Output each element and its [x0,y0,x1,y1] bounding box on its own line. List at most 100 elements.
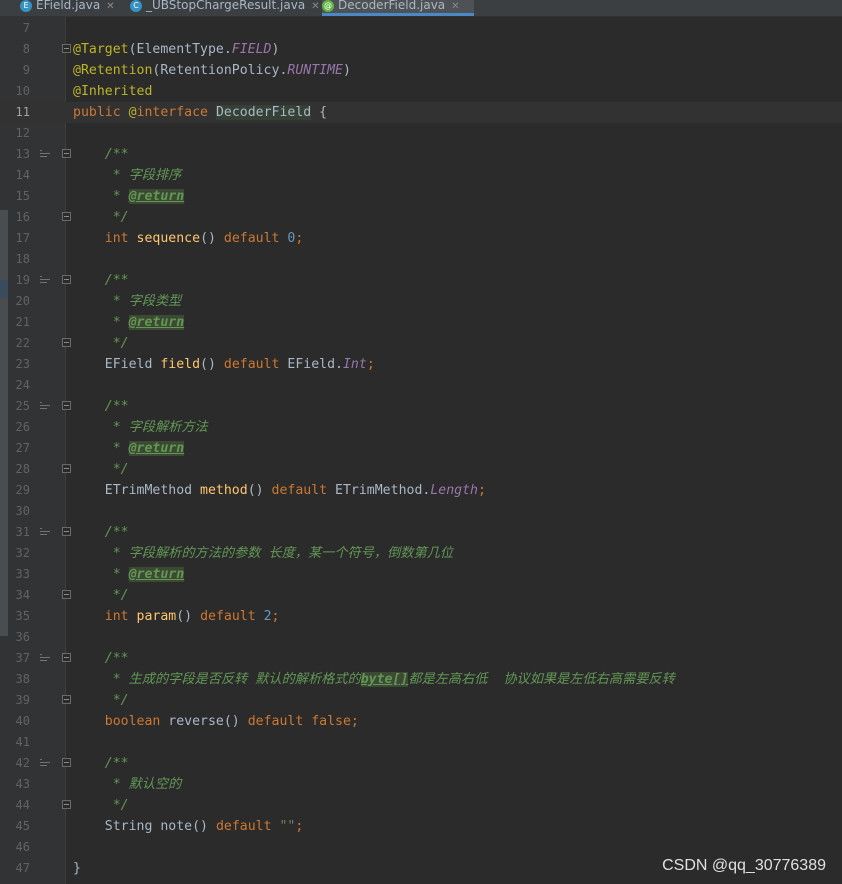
code-line[interactable]: 25 /** [0,396,842,417]
line-number: 16 [15,210,30,224]
code-editor[interactable]: 7 8 @Target(ElementType.FIELD) 9 @Retention(… [0,16,842,884]
code-line[interactable]: 7 [0,18,842,39]
fold-toggle-icon[interactable] [62,695,71,704]
code-token: /** [73,273,129,288]
fold-toggle-icon[interactable] [62,653,71,662]
code-line[interactable]: 26 * 字段解析方法 [0,417,842,438]
code-text: /** [73,753,129,774]
fold-toggle-icon[interactable] [62,800,71,809]
code-token: Int [342,357,367,372]
code-token: /** [73,399,129,414]
code-line[interactable]: 28 */ [0,459,842,480]
code-token: /** [73,147,129,162]
code-line[interactable]: 21 * @return [0,312,842,333]
code-line[interactable]: 34 */ [0,585,842,606]
code-line[interactable]: 30 [0,501,842,522]
code-line[interactable]: 44 */ [0,795,842,816]
code-line[interactable]: 46 [0,837,842,858]
line-number: 13 [15,147,30,161]
doc-render-icon[interactable] [40,528,50,537]
fold-toggle-icon[interactable] [62,338,71,347]
doc-render-icon[interactable] [40,276,50,285]
code-line[interactable]: 37 /** [0,648,842,669]
line-number: 46 [15,840,30,854]
code-text: * 字段解析方法 [73,417,208,438]
code-line[interactable]: 31 /** [0,522,842,543]
code-line[interactable]: 43 * 默认空的 [0,774,842,795]
code-line[interactable]: 38 * 生成的字段是否反转 默认的解析格式的byte[]都是左高右低 协议如果… [0,669,842,690]
doc-render-icon[interactable] [40,402,50,411]
line-number: 10 [15,84,30,98]
code-line[interactable]: 22 */ [0,333,842,354]
code-line[interactable]: 19 /** [0,270,842,291]
code-line[interactable]: 13 /** [0,144,842,165]
code-line[interactable]: 45 String note() default ""; [0,816,842,837]
line-number: 21 [15,315,30,329]
code-line[interactable]: 36 [0,627,842,648]
line-number: 30 [15,504,30,518]
code-token: ; [295,819,304,834]
tab-3[interactable]: @ DecoderField.java ✕ [322,0,474,16]
code-token: default [271,483,336,498]
code-line[interactable]: 42 /** [0,753,842,774]
code-line[interactable]: 8 @Target(ElementType.FIELD) [0,39,842,60]
code-line[interactable]: 12 [0,123,842,144]
code-token: /** [73,756,129,771]
code-text: @Target(ElementType.FIELD) [73,39,279,60]
code-line[interactable]: 35 int param() default 2; [0,606,842,627]
code-token: EField. [287,357,343,372]
file-type-icon: @ [322,0,334,12]
doc-render-icon[interactable] [40,150,50,159]
code-token: () [223,714,248,729]
code-token: * 字段解析方法 [73,420,208,435]
fold-toggle-icon[interactable] [62,758,71,767]
close-icon[interactable]: ✕ [106,1,114,12]
code-text: @Inherited [73,81,152,102]
fold-toggle-icon[interactable] [62,401,71,410]
code-token: interface [136,105,216,120]
code-line[interactable]: 39 */ [0,690,842,711]
code-line[interactable]: 40 boolean reverse() default false; [0,711,842,732]
code-line[interactable]: 24 [0,375,842,396]
code-token: @ [128,105,137,120]
line-number: 31 [15,525,30,539]
fold-toggle-icon[interactable] [62,212,71,221]
fold-toggle-icon[interactable] [62,149,71,158]
code-line[interactable]: 14 * 字段排序 [0,165,842,186]
line-number: 15 [15,189,30,203]
close-icon[interactable]: ✕ [451,1,459,12]
code-line[interactable]: 11 public @interface DecoderField { [0,102,842,123]
code-line[interactable]: 23 EField field() default EField.Int; [0,354,842,375]
fold-toggle-icon[interactable] [62,464,71,473]
line-number: 8 [22,42,30,56]
code-token: ETrimMethod. [335,483,431,498]
code-text: */ [73,690,129,711]
code-line[interactable]: 18 [0,249,842,270]
doc-render-icon[interactable] [40,759,50,768]
code-token: int [73,231,137,246]
code-line[interactable]: 33 * @return [0,564,842,585]
fold-toggle-icon[interactable] [62,44,71,53]
tab-1[interactable]: E EField.java ✕ [20,0,118,16]
code-line[interactable]: 27 * @return [0,438,842,459]
line-number: 22 [15,336,30,350]
close-icon[interactable]: ✕ [311,1,319,12]
fold-toggle-icon[interactable] [62,275,71,284]
code-text: * @return [73,438,185,459]
code-line[interactable]: 15 * @return [0,186,842,207]
code-line[interactable]: 10 @Inherited [0,81,842,102]
doc-render-icon[interactable] [40,654,50,663]
code-line[interactable]: 16 */ [0,207,842,228]
code-text: * 生成的字段是否反转 默认的解析格式的byte[]都是左高右低 协议如果是左低… [73,669,675,690]
code-line[interactable]: 41 [0,732,842,753]
fold-toggle-icon[interactable] [62,590,71,599]
fold-toggle-icon[interactable] [62,527,71,536]
code-line[interactable]: 17 int sequence() default 0; [0,228,842,249]
code-line[interactable]: 32 * 字段解析的方法的参数 长度，某一个符号，倒数第几位 [0,543,842,564]
code-line[interactable]: 20 * 字段类型 [0,291,842,312]
tab-2[interactable]: C _UBStopChargeResult.java ✕ [130,0,320,16]
line-number: 36 [15,630,30,644]
tab-label: DecoderField.java [338,0,446,12]
code-line[interactable]: 29 ETrimMethod method() default ETrimMet… [0,480,842,501]
code-line[interactable]: 9 @Retention(RetentionPolicy.RUNTIME) [0,60,842,81]
